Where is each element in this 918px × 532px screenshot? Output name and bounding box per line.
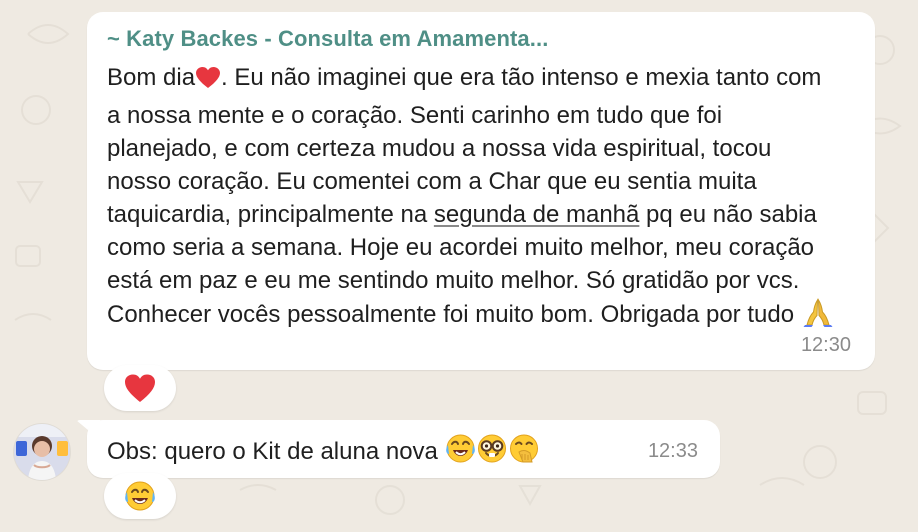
message-text-intro: Bom dia: [107, 64, 196, 91]
nerd-face-icon: [476, 433, 508, 473]
message-text-2: Obs: quero o Kit de aluna nova: [107, 433, 540, 473]
sender-name[interactable]: ~ Katy Backes - Consulta em Amamenta...: [107, 26, 548, 52]
message-time: 12:30: [800, 334, 851, 356]
heart-icon: [125, 374, 155, 402]
message-text-1: Bom dia . Eu não imaginei que era tão in…: [107, 61, 837, 336]
message-reaction[interactable]: [104, 365, 176, 411]
hand-over-mouth-face-icon: [508, 433, 540, 473]
message-text: Obs: quero o Kit de aluna nova: [107, 438, 445, 465]
message-reaction[interactable]: [104, 473, 176, 519]
laughing-face-icon: [445, 433, 476, 473]
praying-hands-icon: [801, 297, 835, 336]
message-bubble-2[interactable]: Obs: quero o Kit de aluna nova 12:33: [87, 420, 720, 478]
heart-icon: [195, 66, 221, 99]
avatar-photo-icon: [14, 424, 70, 480]
message-bubble-1[interactable]: ~ Katy Backes - Consulta em Amamenta... …: [87, 12, 875, 370]
laughing-face-icon: [125, 481, 155, 511]
calendar-link[interactable]: segunda de manhã: [434, 201, 640, 228]
avatar[interactable]: [14, 424, 70, 480]
message-time: 12:33: [647, 440, 698, 462]
